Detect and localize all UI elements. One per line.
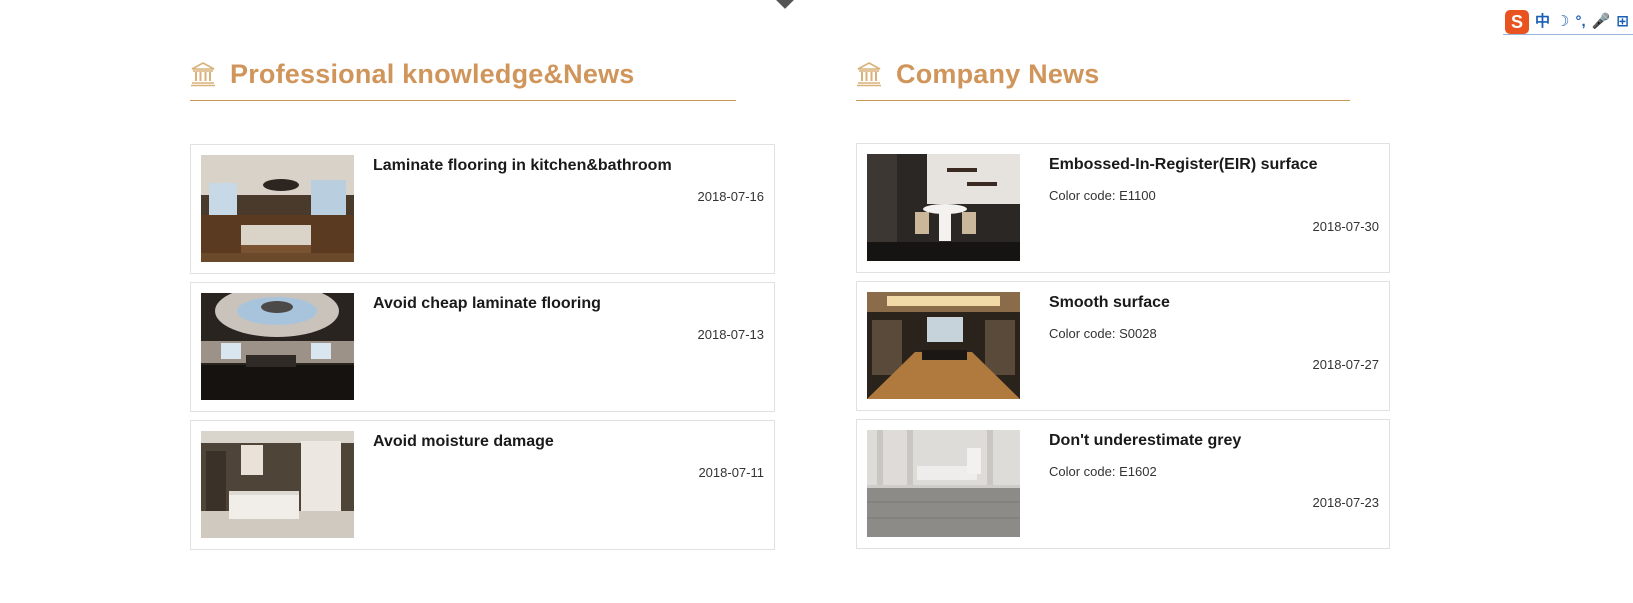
news-title-link[interactable]: Embossed-In-Register(EIR) surface xyxy=(1049,156,1318,174)
news-date: 2018-07-27 xyxy=(1312,357,1380,372)
kitchen-photo[interactable] xyxy=(201,155,354,262)
section-title[interactable]: Professional knowledge&News xyxy=(230,59,635,90)
section-header: Professional knowledge&News xyxy=(190,54,736,101)
news-title-link[interactable]: Don't underestimate grey xyxy=(1049,432,1241,450)
ime-toolbar[interactable]: S 中 ☽ °, 🎤 ⊞ xyxy=(1503,10,1633,35)
news-date: 2018-07-16 xyxy=(697,189,765,204)
news-title-link[interactable]: Laminate flooring in kitchen&bathroom xyxy=(373,157,672,175)
color-code: Color code: E1100 xyxy=(1049,188,1156,203)
grey-floor-photo[interactable] xyxy=(867,430,1020,537)
top-dropdown-notch xyxy=(775,0,795,9)
news-date: 2018-07-13 xyxy=(697,327,765,342)
ime-moon-icon[interactable]: ☽ xyxy=(1556,12,1569,32)
ime-chinese-mode[interactable]: 中 xyxy=(1535,12,1550,32)
news-card[interactable]: Embossed-In-Register(EIR) surface Color … xyxy=(856,143,1390,273)
news-card[interactable]: Avoid cheap laminate flooring 2018-07-13 xyxy=(190,282,775,412)
company-news-section: Company News Embossed-In-Register(EIR) s… xyxy=(856,54,1390,549)
news-title-link[interactable]: Avoid moisture damage xyxy=(373,433,554,451)
ime-punctuation-icon[interactable]: °, xyxy=(1575,12,1585,32)
news-card[interactable]: Laminate flooring in kitchen&bathroom 20… xyxy=(190,144,775,274)
news-date: 2018-07-30 xyxy=(1312,219,1380,234)
ime-mic-icon[interactable]: 🎤 xyxy=(1592,12,1611,32)
bank-icon xyxy=(191,62,215,87)
ime-grid-icon[interactable]: ⊞ xyxy=(1616,12,1629,32)
news-card[interactable]: Avoid moisture damage 2018-07-11 xyxy=(190,420,775,550)
dining-room-photo[interactable] xyxy=(867,154,1020,261)
dome-room-photo[interactable] xyxy=(201,293,354,400)
color-code: Color code: E1602 xyxy=(1049,464,1157,479)
news-card[interactable]: Smooth surface Color code: S0028 2018-07… xyxy=(856,281,1390,411)
news-title-link[interactable]: Avoid cheap laminate flooring xyxy=(373,295,601,313)
news-card[interactable]: Don't underestimate grey Color code: E16… xyxy=(856,419,1390,549)
news-date: 2018-07-11 xyxy=(698,465,764,480)
bank-icon xyxy=(857,62,881,87)
living-room-photo[interactable] xyxy=(867,292,1020,399)
section-header: Company News xyxy=(856,54,1350,101)
section-title[interactable]: Company News xyxy=(896,59,1099,90)
bathroom-photo[interactable] xyxy=(201,431,354,538)
news-title-link[interactable]: Smooth surface xyxy=(1049,294,1170,312)
news-date: 2018-07-23 xyxy=(1312,495,1380,510)
color-code: Color code: S0028 xyxy=(1049,326,1157,341)
professional-knowledge-section: Professional knowledge&News Laminate flo… xyxy=(190,54,775,550)
ime-logo-icon[interactable]: S xyxy=(1505,10,1529,34)
